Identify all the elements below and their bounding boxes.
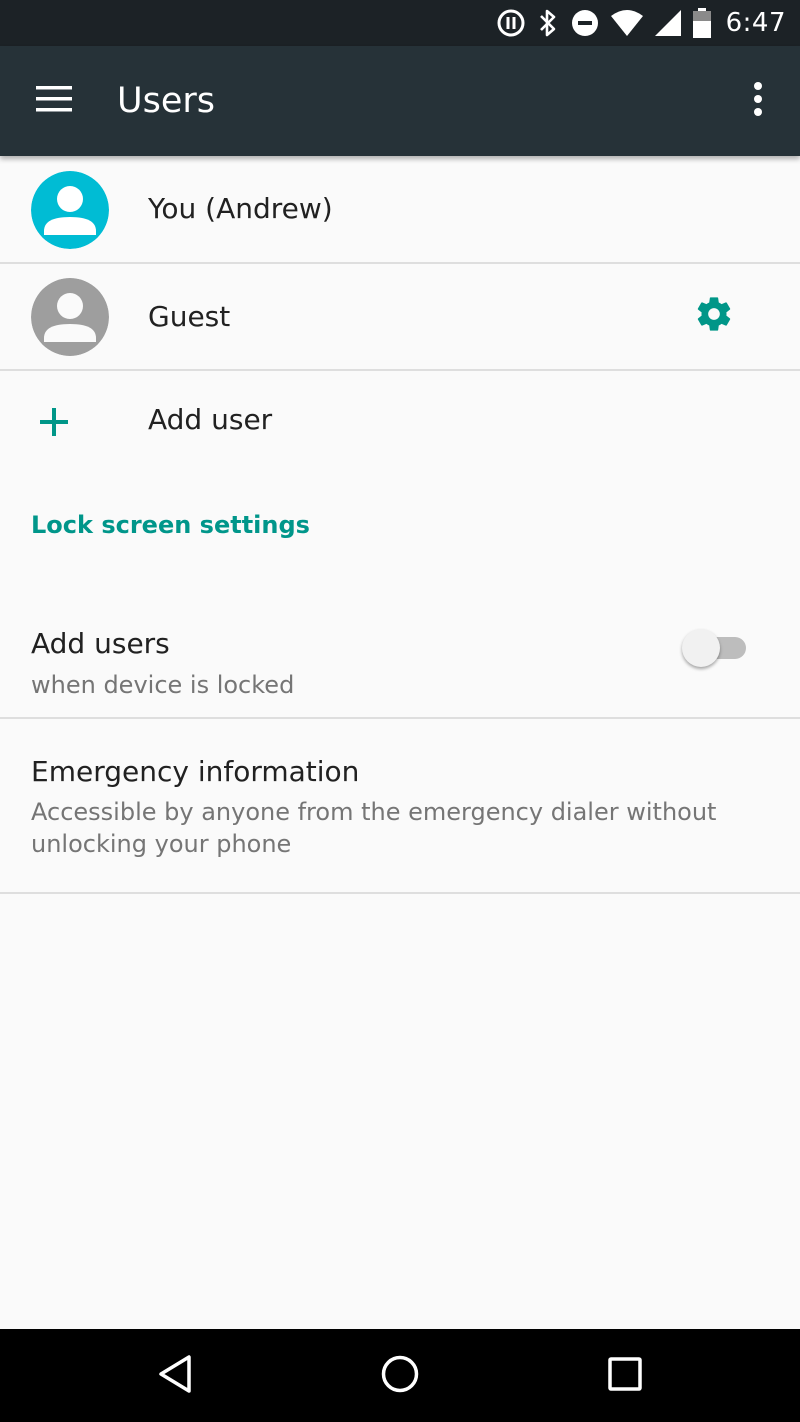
home-icon	[380, 1354, 420, 1398]
emergency-information-setting[interactable]: Emergency information Accessible by anyo…	[0, 719, 800, 894]
gear-icon	[694, 294, 734, 338]
battery-icon	[692, 8, 712, 38]
add-users-title: Add users	[31, 627, 170, 660]
app-bar: Users	[0, 46, 800, 156]
overflow-menu-button[interactable]	[734, 73, 782, 129]
add-users-when-locked-setting[interactable]: Add users when device is locked	[0, 575, 800, 719]
recents-icon	[607, 1356, 643, 1396]
status-bar: 6:47	[0, 0, 800, 46]
toggle-thumb	[682, 629, 720, 667]
wifi-icon	[610, 9, 644, 37]
emergency-information-title: Emergency information	[31, 755, 360, 788]
add-users-summary: when device is locked	[31, 671, 295, 699]
user-row-owner[interactable]: You (Andrew)	[0, 156, 800, 264]
avatar	[31, 278, 109, 356]
settings-content: You (Andrew) Guest Add user Lock screen …	[0, 156, 800, 894]
more-vert-icon	[753, 82, 763, 120]
status-icons: 6:47	[496, 0, 786, 46]
add-user-button[interactable]: Add user	[0, 371, 800, 475]
back-button[interactable]	[115, 1329, 235, 1422]
emergency-information-summary: Accessible by anyone from the emergency …	[31, 798, 717, 858]
home-button[interactable]	[340, 1329, 460, 1422]
back-icon	[157, 1354, 193, 1398]
menu-button[interactable]	[24, 73, 84, 129]
navigation-bar	[0, 1329, 800, 1422]
pause-circle-icon	[496, 8, 526, 38]
plus-icon	[36, 404, 72, 444]
do-not-disturb-icon	[570, 8, 600, 38]
avatar	[31, 171, 109, 249]
page-title: Users	[117, 81, 216, 121]
user-name-label: You (Andrew)	[148, 192, 333, 225]
users-settings-screen: 6:47 Users You (Andrew) Guest Add user L…	[0, 0, 800, 1422]
add-users-toggle[interactable]	[682, 627, 748, 667]
user-row-guest[interactable]: Guest	[0, 264, 800, 371]
user-name-label: Guest	[148, 300, 231, 333]
add-user-label: Add user	[148, 403, 273, 436]
cellular-signal-icon	[654, 9, 682, 37]
recents-button[interactable]	[565, 1329, 685, 1422]
status-time: 6:47	[725, 8, 786, 38]
bluetooth-icon	[536, 7, 560, 39]
lock-screen-section-header: Lock screen settings	[31, 511, 310, 539]
hamburger-menu-icon	[36, 86, 72, 116]
guest-settings-button[interactable]	[684, 286, 744, 346]
